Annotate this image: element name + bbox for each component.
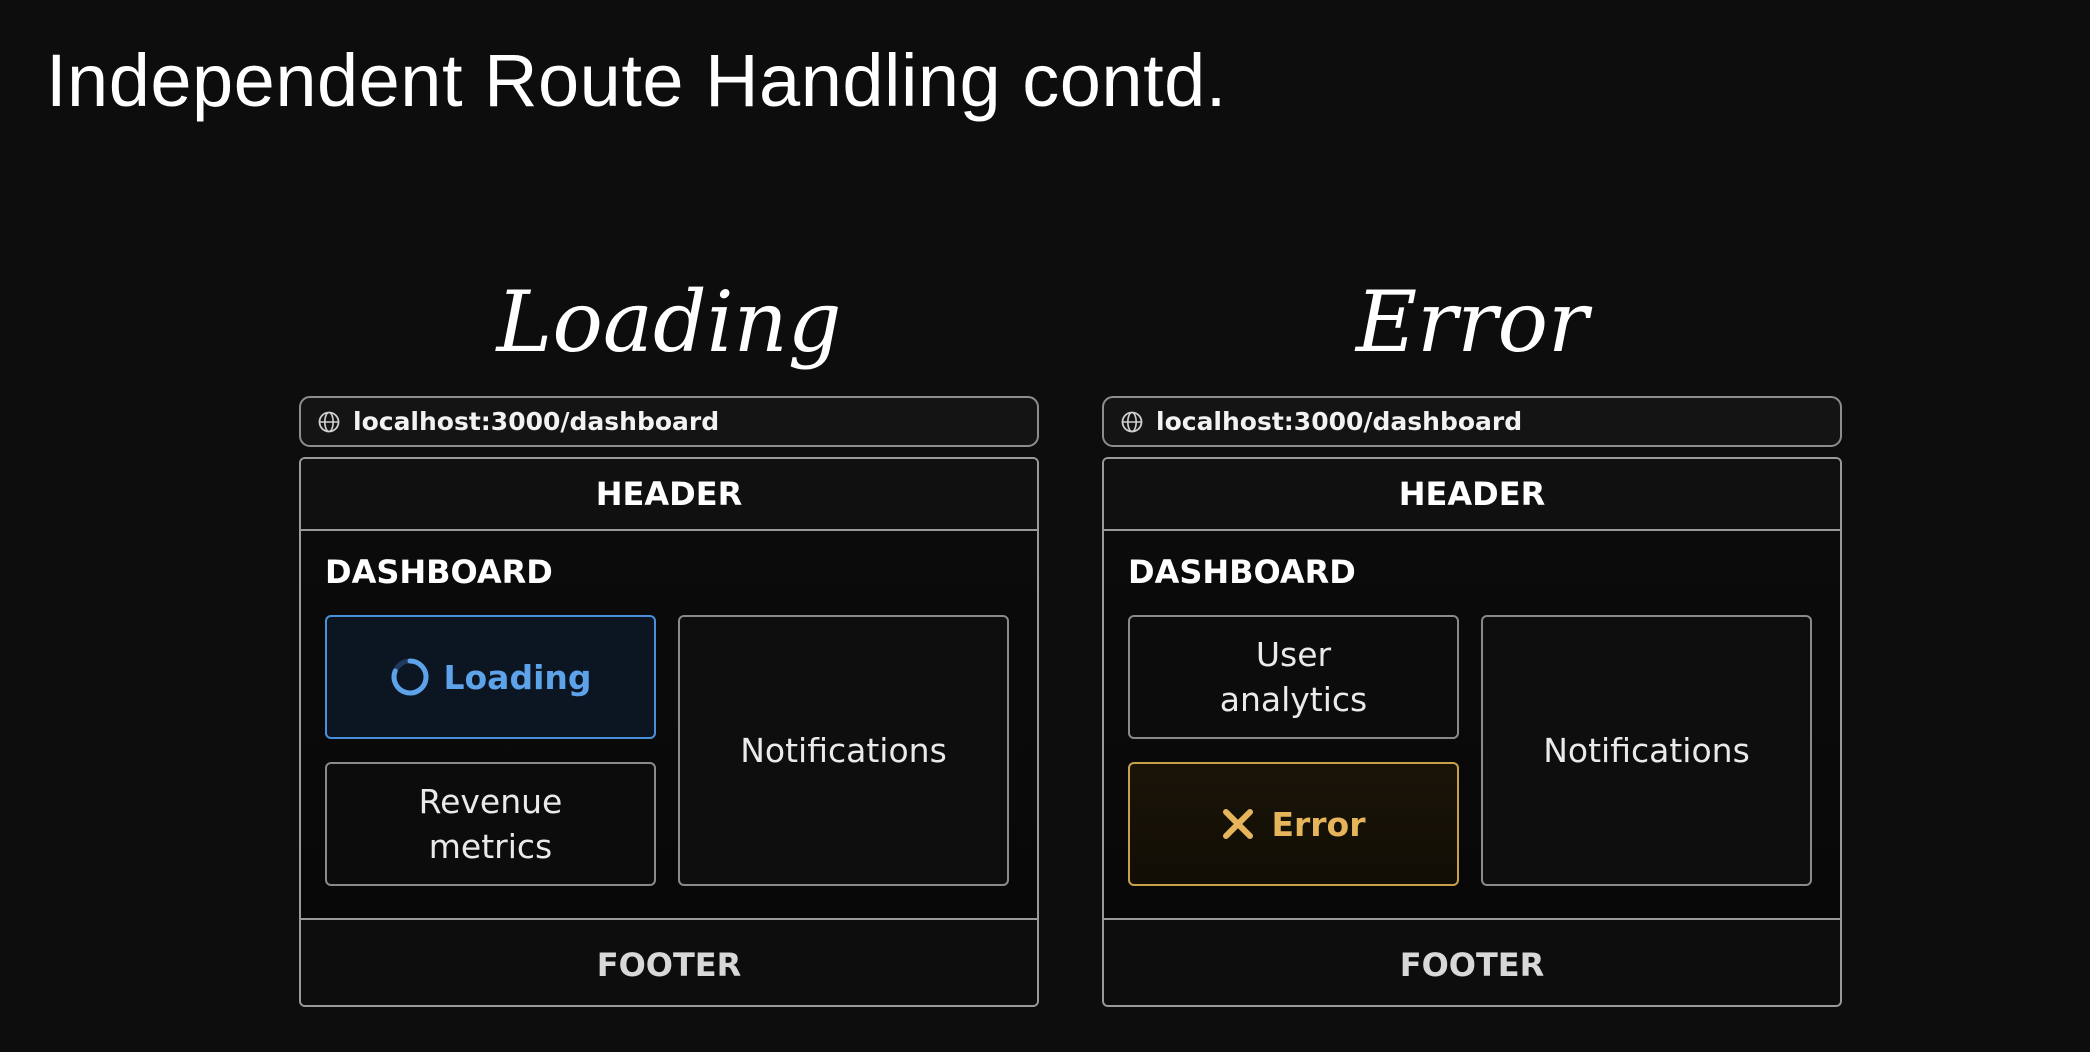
heading-text: Error [1354, 273, 1593, 371]
notifications-card: Notifications [678, 615, 1009, 886]
header-section: HEADER [301, 459, 1037, 531]
notifications-card: Notifications [1481, 615, 1812, 886]
loading-label: Loading [443, 657, 592, 697]
notifications-label: Notifications [1543, 731, 1750, 770]
url-bar[interactable]: localhost:3000/dashboard [1102, 396, 1842, 447]
spinner-icon [391, 658, 429, 696]
footer-section: FOOTER [1104, 918, 1840, 1005]
handwritten-heading: Error [1354, 273, 1593, 371]
url-text: localhost:3000/dashboard [1156, 407, 1523, 436]
header-label: HEADER [595, 475, 743, 513]
url-bar[interactable]: localhost:3000/dashboard [299, 396, 1039, 447]
loading-state-card: Loading [325, 615, 656, 739]
revenue-label-line2: metrics [428, 827, 553, 866]
dashboard-section: DASHBOARD User analytics Error Notificat… [1104, 531, 1840, 918]
error-state-card: Error [1128, 762, 1459, 886]
panel-heading-error: Error [1102, 268, 1842, 388]
footer-section: FOOTER [301, 918, 1037, 1005]
browser-frame: HEADER DASHBOARD User analytics Error No… [1102, 457, 1842, 1007]
dashboard-label: DASHBOARD [325, 553, 553, 591]
header-label: HEADER [1398, 475, 1546, 513]
revenue-label-line1: Revenue [418, 782, 563, 821]
footer-label: FOOTER [1399, 945, 1545, 984]
browser-frame: HEADER DASHBOARD Loading Revenue metrics… [299, 457, 1039, 1007]
header-section: HEADER [1104, 459, 1840, 531]
slide-title: Independent Route Handling contd. [46, 39, 1227, 122]
user-analytics-label-line1: User [1255, 635, 1332, 674]
url-text: localhost:3000/dashboard [353, 407, 720, 436]
dashboard-section: DASHBOARD Loading Revenue metrics Notifi… [301, 531, 1037, 918]
heading-text: Loading [495, 273, 842, 371]
dashboard-label: DASHBOARD [1128, 553, 1356, 591]
globe-icon [318, 411, 340, 432]
notifications-label: Notifications [740, 731, 947, 770]
user-analytics-card: User analytics [1128, 615, 1459, 739]
revenue-metrics-card: Revenue metrics [325, 762, 656, 886]
user-analytics-label-line2: analytics [1219, 680, 1368, 719]
handwritten-heading: Loading [495, 273, 842, 371]
footer-label: FOOTER [596, 945, 742, 984]
globe-icon [1121, 411, 1143, 432]
x-icon [1223, 809, 1254, 839]
error-label: Error [1271, 804, 1366, 844]
panel-heading-loading: Loading [299, 268, 1039, 388]
loading-panel: Loading localhost:3000/dashboard HEADER … [299, 268, 1039, 1007]
error-panel: Error localhost:3000/dashboard HEADER DA… [1102, 268, 1842, 1007]
